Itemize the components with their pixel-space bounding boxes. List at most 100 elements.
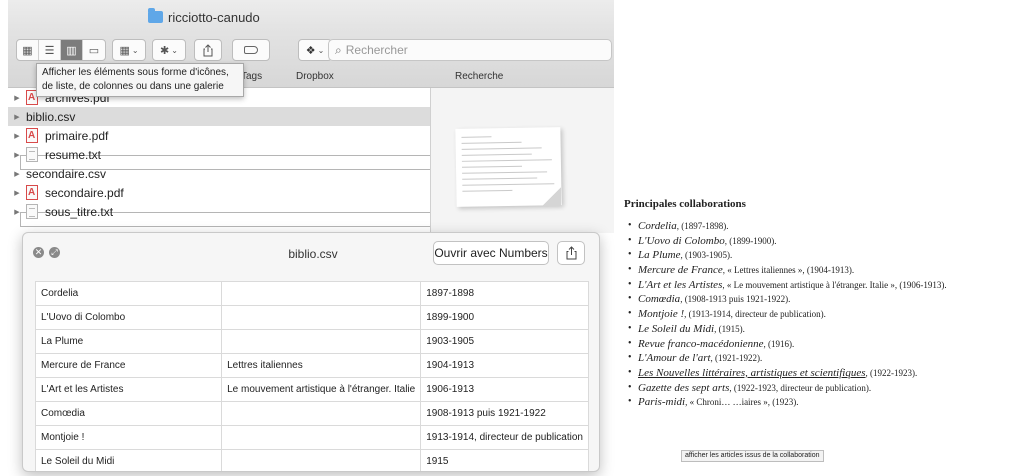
table-cell: 1915 (420, 449, 589, 471)
table-cell: Comœdia (34, 401, 223, 426)
open-with-numbers-button[interactable]: Ouvrir avec Numbers (433, 241, 549, 265)
file-row[interactable]: ▶ resume.txt (8, 145, 430, 164)
disclosure-triangle-icon[interactable]: ▶ (8, 113, 26, 121)
file-name: primaire.pdf (45, 128, 109, 143)
tag-icon (244, 46, 258, 54)
publication-detail: , (1922-1923). (865, 367, 918, 378)
table-row: Comœdia 1908-1913 puis 1921-1922 (34, 401, 589, 426)
list-item: Cordelia, (1897-1898). (624, 219, 1011, 234)
table-cell: 1903-1905 (420, 329, 589, 354)
publication-title: Revue franco-macédonienne (638, 337, 764, 350)
publication-detail: , (1897-1898). (676, 221, 729, 231)
table-cell: 1908-1913 puis 1921-1922 (420, 401, 589, 426)
disclosure-triangle-icon[interactable]: ▶ (8, 170, 26, 178)
pdf-file-icon (26, 185, 38, 200)
action-button[interactable]: ✱ ⌄ (152, 39, 186, 61)
icon-view-icon[interactable]: ▦ (17, 40, 39, 60)
publication-title: Le Soleil du Midi (638, 322, 715, 335)
view-mode-segmented-control: ▦ ☰ ▥ ▭ (16, 39, 106, 61)
publication-detail: , (1903-1905). (680, 250, 733, 261)
gallery-view-icon[interactable]: ▭ (83, 40, 105, 60)
preview-pane (430, 88, 614, 233)
close-icon[interactable]: ✕ (33, 247, 44, 258)
table-row: Montjoie ! 1913-1914, directeur de public… (34, 425, 589, 450)
file-name: sous_titre.txt (45, 204, 114, 219)
disclosure-triangle-icon[interactable]: ▶ (8, 132, 26, 140)
quicklook-panel: ✕ ⤢ biblio.csv Ouvrir avec Numbers Corde… (22, 232, 600, 472)
publication-detail: , (1921-1922). (710, 353, 763, 364)
table-row: Le Soleil du Midi 1915 (34, 449, 589, 471)
dropbox-button[interactable]: ❖ ⌄ (298, 39, 332, 61)
share-button[interactable] (194, 39, 222, 61)
file-row[interactable]: ▶ primaire.pdf (8, 126, 430, 145)
quicklook-title: biblio.csv (288, 247, 338, 261)
publication-title: Montjoie ! (638, 308, 685, 321)
pdf-file-icon (26, 128, 38, 143)
disclosure-triangle-icon[interactable]: ▶ (8, 94, 26, 102)
column-view-icon[interactable]: ▥ (61, 40, 83, 60)
file-name: secondaire.csv (26, 166, 107, 181)
publication-detail: , (1908-1913 puis 1921-1922). (680, 294, 791, 305)
file-name: biblio.csv (26, 109, 76, 124)
tags-label: Tags (241, 71, 263, 82)
table-cell: 1904-1913 (420, 353, 589, 378)
file-row[interactable]: ▶ biblio.csv (8, 107, 574, 170)
list-item: Les Nouvelles littéraires, artistiques e… (624, 366, 1011, 381)
table-cell: 1899-1900 (420, 305, 589, 330)
list-item: La Plume, (1903-1905). (624, 248, 1011, 263)
publication-detail: , (1915). (714, 323, 745, 334)
disclosure-triangle-icon[interactable]: ▶ (8, 189, 26, 197)
publication-detail: , (1913-1914, directeur de publication). (684, 309, 826, 320)
list-item: L'Art et les Artistes, « Le mouvement ar… (624, 278, 1011, 293)
list-item: Revue franco-macédonienne, (1916). (624, 337, 1011, 352)
publication-detail: , « Lettres italiennes », (1904-1913). (722, 265, 855, 276)
file-row[interactable]: ▶ secondaire.csv (8, 164, 574, 227)
page-curl (543, 186, 561, 206)
publication-title[interactable]: Les Nouvelles littéraires, artistiques e… (638, 367, 866, 379)
file-name: secondaire.pdf (45, 185, 124, 200)
dropbox-icon: ❖ (305, 44, 316, 57)
file-row[interactable]: ▶ secondaire.pdf (8, 183, 430, 202)
chevron-down-icon: ⌄ (171, 45, 178, 55)
text-file-icon (26, 147, 38, 162)
publication-title: Cordelia (638, 220, 677, 232)
publication-detail: , (1922-1923, directeur de publication). (729, 382, 872, 393)
table-cell: 1913-1914, directeur de publication (420, 425, 589, 450)
file-name: resume.txt (45, 147, 102, 162)
table-row: La Plume 1903-1905 (34, 329, 589, 354)
fullscreen-icon[interactable]: ⤢ (49, 247, 60, 258)
search-label: Recherche (455, 71, 504, 82)
publication-title: La Plume (638, 249, 681, 262)
tags-button[interactable] (232, 39, 270, 61)
publication-title: L'Art et les Artistes (638, 278, 723, 291)
publication-detail: , « Chroni… …iaires », (1923). (685, 397, 799, 408)
publication-detail: , (1916). (763, 338, 795, 349)
publication-detail: , (1899-1900). (724, 235, 777, 246)
quicklook-share-button[interactable] (557, 241, 585, 265)
share-icon (203, 43, 213, 56)
file-row[interactable]: ▶ sous_titre.txt (8, 202, 430, 221)
csv-table: Cordelia 1897-1898 L'Uovo di Colombo 1899-1… (34, 281, 589, 471)
table-cell (221, 401, 422, 426)
list-view-icon[interactable]: ☰ (39, 40, 61, 60)
table-cell: 1906-1913 (420, 377, 589, 402)
table-row: L'Uovo di Colombo 1899-1900 (34, 305, 589, 330)
publication-title: Gazette des sept arts (638, 381, 730, 394)
search-icon: ⌕ (335, 42, 342, 57)
table-cell (221, 425, 422, 450)
chevron-down-icon: ⌄ (131, 45, 139, 55)
folder-name: ricciotto-canudo (168, 9, 260, 25)
list-item: Paris-midi, « Chroni… …iaires », (1923). (624, 395, 1011, 410)
table-row: L'Art et les Artistes Le mouvement artist… (34, 377, 589, 402)
disclosure-triangle-icon[interactable]: ▶ (8, 208, 26, 216)
table-cell: La Plume (34, 329, 223, 354)
search-field[interactable]: ⌕ Rechercher (328, 39, 612, 61)
table-cell (221, 449, 422, 471)
gear-icon: ✱ (160, 44, 170, 57)
view-tooltip: Afficher les éléments sous forme d'icône… (36, 63, 244, 97)
chevron-down-icon: ⌄ (317, 45, 325, 55)
table-cell: Cordelia (34, 281, 223, 306)
disclosure-triangle-icon[interactable]: ▶ (8, 151, 26, 159)
publication-title: Comœdia (638, 293, 681, 306)
group-by-button[interactable]: ▦ ⌄ (112, 39, 146, 61)
